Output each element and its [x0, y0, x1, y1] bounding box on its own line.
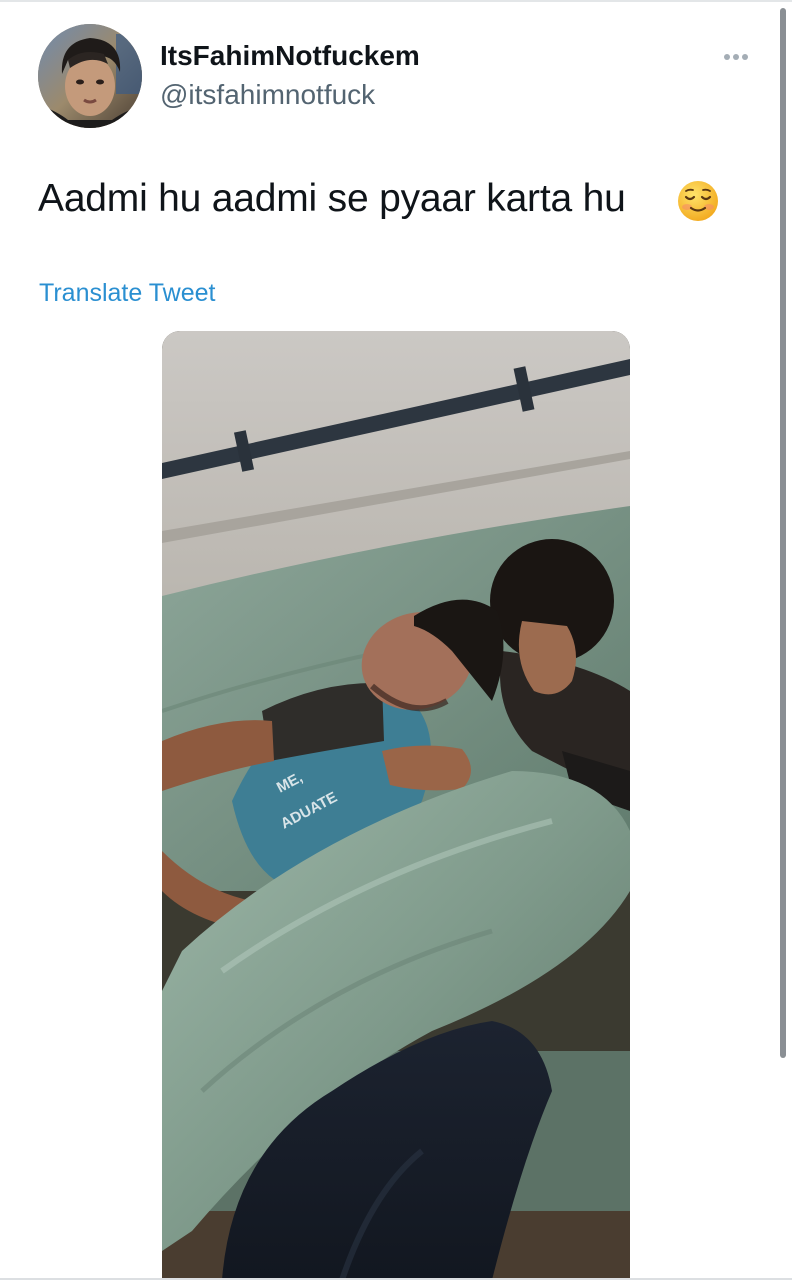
photo-content: ME, ADUATE: [162, 331, 630, 1280]
more-options-button[interactable]: [718, 48, 754, 66]
translate-tweet-link[interactable]: Translate Tweet: [39, 279, 215, 308]
more-horizontal-icon: [724, 54, 730, 60]
profile-photo-icon: [38, 24, 142, 128]
avatar[interactable]: [38, 24, 142, 128]
scrollbar[interactable]: [780, 8, 786, 1058]
handle[interactable]: @itsfahimnotfuck: [160, 79, 375, 111]
top-divider: [0, 0, 792, 2]
tweet-screen: ItsFahimNotfuckem @itsfahimnotfuck Aadmi…: [0, 0, 792, 1280]
display-name[interactable]: ItsFahimNotfuckem: [160, 40, 420, 72]
more-dot: [733, 54, 739, 60]
smiling-face-icon: [678, 181, 718, 221]
tweet-photo[interactable]: ME, ADUATE: [162, 331, 630, 1280]
tweet-text: Aadmi hu aadmi se pyaar karta hu: [38, 177, 626, 220]
more-dot: [742, 54, 748, 60]
